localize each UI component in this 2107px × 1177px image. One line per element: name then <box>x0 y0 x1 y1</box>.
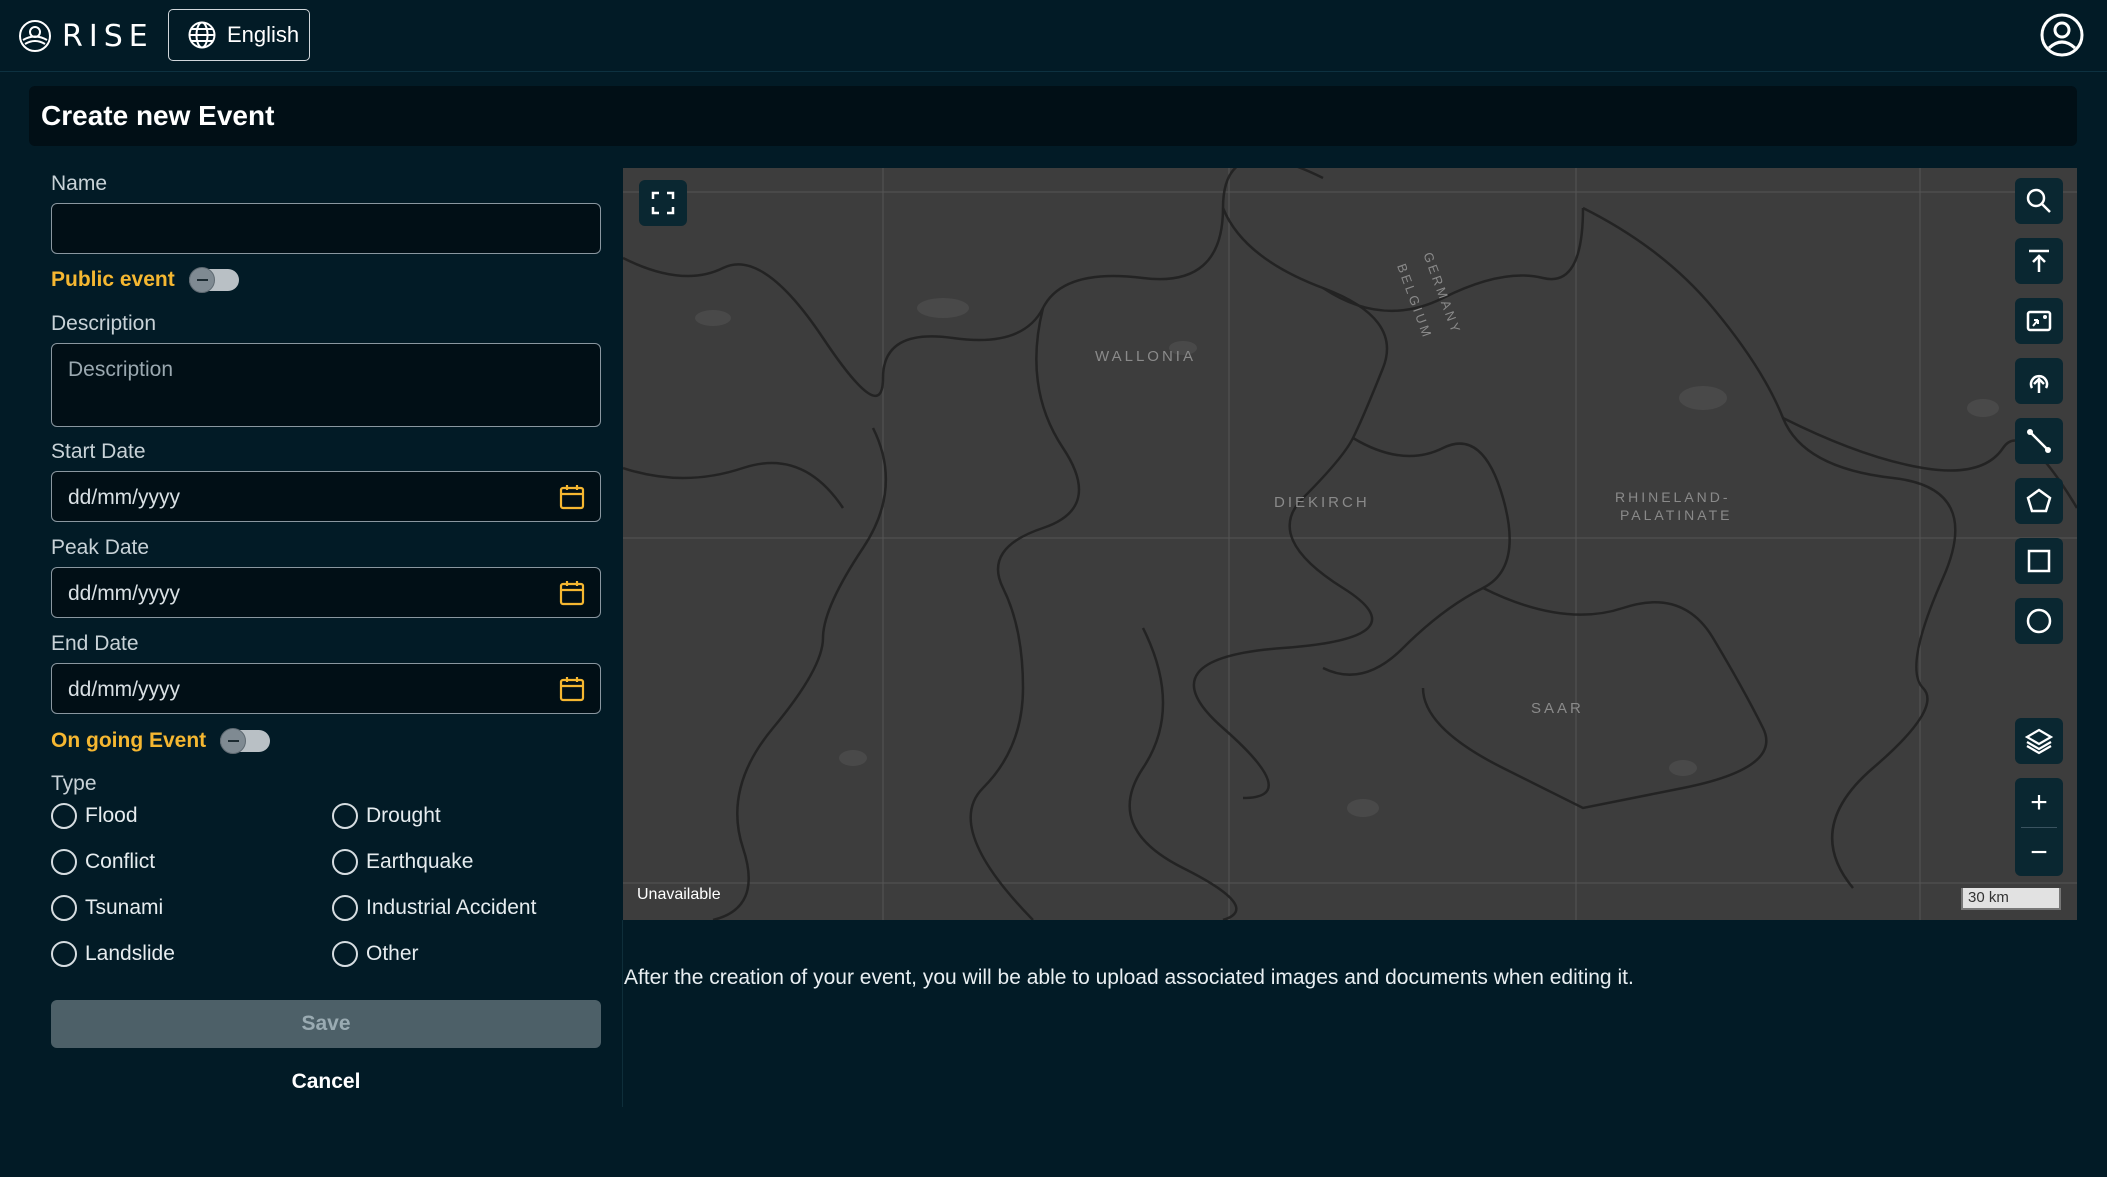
calendar-icon[interactable] <box>558 483 586 511</box>
page-title-bar: Create new Event <box>29 86 2077 146</box>
type-option-drought[interactable]: Drought <box>332 803 441 829</box>
language-label: English <box>227 22 300 47</box>
calendar-icon[interactable] <box>558 675 586 703</box>
peak-date-label: Peak Date <box>51 536 150 559</box>
start-date-input[interactable]: dd/mm/yyyy <box>51 471 601 522</box>
end-date-input[interactable]: dd/mm/yyyy <box>51 663 601 714</box>
type-label: Type <box>51 772 97 795</box>
map-region-label: PALATINATE <box>1620 507 1733 523</box>
type-option-label: Earthquake <box>366 850 474 873</box>
zoom-controls: + − <box>2015 778 2063 876</box>
radio-button[interactable] <box>332 895 358 921</box>
cloud-upload-button[interactable] <box>2015 358 2063 404</box>
draw-rectangle-button[interactable] <box>2015 538 2063 584</box>
layers-icon <box>2024 728 2054 755</box>
type-option-industrial-accident[interactable]: Industrial Accident <box>332 895 536 921</box>
app-logo[interactable]: RISE <box>18 18 154 54</box>
layers-button[interactable] <box>2015 718 2063 764</box>
save-button[interactable]: Save <box>51 1000 601 1048</box>
public-event-label: Public event <box>51 268 175 291</box>
toggle-knob <box>188 267 215 293</box>
type-option-earthquake[interactable]: Earthquake <box>332 849 473 875</box>
type-option-label: Industrial Accident <box>366 896 537 919</box>
radio-button[interactable] <box>51 895 77 921</box>
type-option-tsunami[interactable]: Tsunami <box>51 895 163 921</box>
globe-icon <box>188 21 216 49</box>
draw-circle-icon <box>2026 608 2052 634</box>
end-date-placeholder: dd/mm/yyyy <box>68 678 181 701</box>
end-date-label: End Date <box>51 632 139 655</box>
radio-button[interactable] <box>51 849 77 875</box>
radio-button[interactable] <box>51 803 77 829</box>
map-view[interactable]: WALLONIA GERMANY BELGIUM DIEKIRCH RHINEL… <box>623 168 2077 920</box>
draw-line-button[interactable] <box>2015 418 2063 464</box>
ongoing-event-toggle[interactable] <box>220 728 271 754</box>
map-region-label: RHINELAND- <box>1615 489 1731 505</box>
public-event-row: Public event <box>51 267 239 293</box>
radio-button[interactable] <box>51 941 77 967</box>
logo-text: RISE <box>62 18 154 54</box>
language-button[interactable]: English <box>168 9 310 61</box>
radio-button[interactable] <box>332 849 358 875</box>
calendar-icon[interactable] <box>558 579 586 607</box>
cloud-upload-icon <box>2029 374 2049 393</box>
type-option-label: Drought <box>366 804 441 827</box>
type-option-conflict[interactable]: Conflict <box>51 849 155 875</box>
upload-info-note: After the creation of your event, you wi… <box>624 966 1634 989</box>
name-label: Name <box>51 172 108 195</box>
peak-date-placeholder: dd/mm/yyyy <box>68 582 181 605</box>
image-export-button[interactable] <box>2015 298 2063 344</box>
type-option-flood[interactable]: Flood <box>51 803 138 829</box>
image-export-icon <box>2026 310 2052 332</box>
map-region-label: SAAR <box>1531 700 1584 717</box>
column-divider <box>622 920 623 1107</box>
user-profile-icon[interactable] <box>2039 12 2085 58</box>
radio-button[interactable] <box>332 803 358 829</box>
zoom-in-button[interactable]: + <box>2015 778 2063 827</box>
top-bar: RISE English <box>0 0 2107 72</box>
name-input[interactable] <box>51 203 601 254</box>
start-date-placeholder: dd/mm/yyyy <box>68 486 181 509</box>
radio-button[interactable] <box>332 941 358 967</box>
upload-top-button[interactable] <box>2015 238 2063 284</box>
draw-polygon-icon <box>2026 488 2052 513</box>
type-option-landslide[interactable]: Landslide <box>51 941 175 967</box>
upload-top-icon <box>2029 249 2049 272</box>
type-option-label: Tsunami <box>85 896 164 919</box>
draw-polygon-button[interactable] <box>2015 478 2063 524</box>
type-option-label: Conflict <box>85 850 156 873</box>
draw-circle-button[interactable] <box>2015 598 2063 644</box>
ongoing-event-label: On going Event <box>51 729 207 752</box>
type-option-label: Other <box>366 942 419 965</box>
toggle-knob <box>220 728 247 754</box>
draw-line-icon <box>2027 429 2051 453</box>
map-attribution: Unavailable <box>637 886 721 903</box>
type-option-label: Landslide <box>85 942 175 965</box>
search-icon <box>2026 188 2051 213</box>
zoom-out-button[interactable]: − <box>2015 828 2063 877</box>
rise-logo-icon <box>19 20 51 52</box>
type-option-other[interactable]: Other <box>332 941 419 967</box>
map-region-label: WALLONIA <box>1095 348 1196 365</box>
cancel-button[interactable]: Cancel <box>51 1058 601 1106</box>
ongoing-event-row: On going Event <box>51 728 271 754</box>
description-input[interactable] <box>51 343 601 427</box>
map-region-label: DIEKIRCH <box>1274 494 1370 511</box>
map-scale-bar: 30 km <box>1961 888 2061 910</box>
start-date-label: Start Date <box>51 440 146 463</box>
page-title: Create new Event <box>41 100 275 131</box>
type-option-label: Flood <box>85 804 138 827</box>
description-label: Description <box>51 312 157 335</box>
peak-date-input[interactable]: dd/mm/yyyy <box>51 567 601 618</box>
map-terrain <box>623 168 2077 920</box>
fullscreen-icon <box>651 191 675 215</box>
map-search-button[interactable] <box>2015 178 2063 224</box>
fullscreen-button[interactable] <box>639 180 687 226</box>
public-event-toggle[interactable] <box>188 267 239 293</box>
draw-rectangle-icon <box>2027 549 2051 573</box>
